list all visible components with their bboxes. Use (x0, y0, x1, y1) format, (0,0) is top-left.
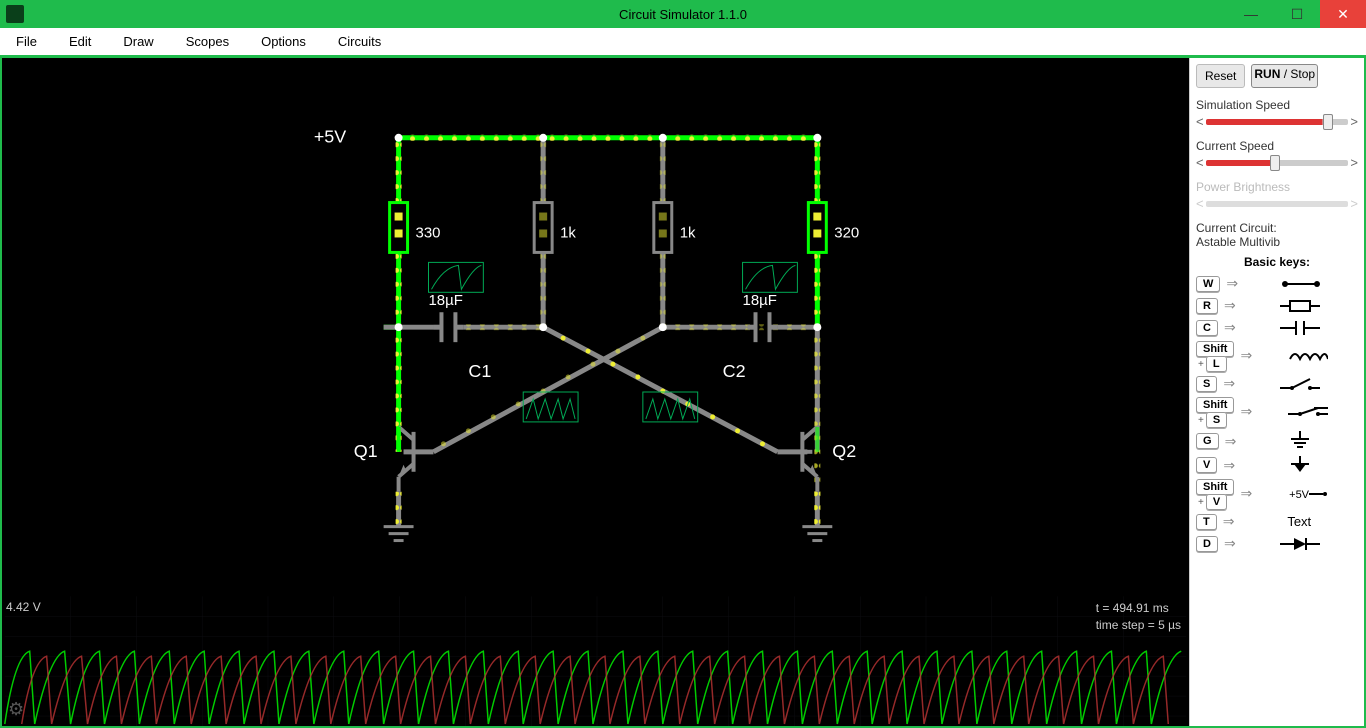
sidebar: Reset RUN / Stop Simulation Speed < > Cu… (1189, 58, 1364, 726)
window-title: Circuit Simulator 1.1.0 (619, 7, 747, 22)
scope-time-label: t = 494.91 ms time step = 5 µs (1096, 600, 1181, 634)
svg-text:1k: 1k (560, 224, 576, 241)
chevron-right-icon[interactable]: > (1350, 114, 1358, 129)
menu-scopes[interactable]: Scopes (184, 30, 231, 53)
menu-options[interactable]: Options (259, 30, 308, 53)
chevron-left-icon[interactable]: < (1196, 114, 1204, 129)
titlebar: Circuit Simulator 1.1.0 — ☐ ✕ (0, 0, 1366, 28)
reset-button[interactable]: Reset (1196, 64, 1245, 88)
menu-file[interactable]: File (14, 30, 39, 53)
component-symbol-ground (1242, 431, 1358, 451)
svg-text:Q2: Q2 (832, 441, 856, 461)
svg-text:1k: 1k (680, 224, 696, 241)
key-row-c: C⇒ (1196, 319, 1358, 336)
component-symbol-inductor (1258, 349, 1358, 363)
arrow-right-icon: ⇒ (1223, 513, 1235, 530)
key-row-r: R⇒ (1196, 297, 1358, 314)
menubar: File Edit Draw Scopes Options Circuits (0, 28, 1366, 56)
svg-text:330: 330 (416, 224, 441, 241)
component-symbol-text: Text (1240, 514, 1358, 529)
arrow-right-icon: ⇒ (1223, 457, 1235, 474)
menu-circuits[interactable]: Circuits (336, 30, 383, 53)
keys-list: W⇒R⇒C⇒Shift+L⇒S⇒Shift+S⇒G⇒V⇒Shift+V⇒+5VT… (1196, 275, 1358, 552)
component-symbol-resistor (1242, 299, 1358, 313)
menu-draw[interactable]: Draw (121, 30, 155, 53)
key-row-w: W⇒ (1196, 275, 1358, 292)
scope-area: 4.42 V t = 494.91 ms time step = 5 µs (2, 596, 1189, 726)
current-circuit-info: Current Circuit: Astable Multivib (1196, 221, 1358, 249)
arrow-right-icon: ⇒ (1226, 275, 1238, 292)
chevron-right-icon: > (1350, 196, 1358, 211)
simulation-speed-slider[interactable]: Simulation Speed < > (1196, 98, 1358, 129)
canvas-area[interactable]: 330 1k 1k 320 (2, 58, 1189, 726)
key-row-t: T⇒Text (1196, 513, 1358, 530)
basic-keys-title: Basic keys: (1196, 255, 1358, 269)
arrow-right-icon: ⇒ (1240, 347, 1252, 364)
scope-voltage-label: 4.42 V (6, 600, 41, 614)
workspace: 330 1k 1k 320 (0, 56, 1366, 728)
window-controls: — ☐ ✕ (1228, 0, 1366, 28)
menu-edit[interactable]: Edit (67, 30, 93, 53)
key-row-s: S⇒ (1196, 375, 1358, 392)
current-speed-slider[interactable]: Current Speed < > (1196, 139, 1358, 170)
key-row-shift-l: Shift+L⇒ (1196, 341, 1358, 370)
arrow-right-icon: ⇒ (1224, 319, 1236, 336)
key-row-d: D⇒ (1196, 535, 1358, 552)
arrow-right-icon: ⇒ (1224, 535, 1236, 552)
svg-text:18µF: 18µF (743, 292, 777, 309)
key-row-v: V⇒ (1196, 456, 1358, 474)
svg-text:18µF: 18µF (428, 292, 462, 309)
component-symbol-diode (1242, 536, 1358, 552)
svg-text:C1: C1 (468, 361, 491, 381)
close-button[interactable]: ✕ (1320, 0, 1366, 28)
component-symbol-ground-simple (1241, 456, 1358, 474)
svg-text:320: 320 (834, 224, 859, 241)
component-symbol-capacitor (1242, 320, 1358, 336)
arrow-right-icon: ⇒ (1223, 375, 1235, 392)
arrow-right-icon: ⇒ (1240, 403, 1252, 420)
gear-icon[interactable]: ⚙ (8, 699, 24, 720)
minimize-button[interactable]: — (1228, 0, 1274, 28)
maximize-button[interactable]: ☐ (1274, 0, 1320, 28)
key-row-shift-s: Shift+S⇒ (1196, 397, 1358, 426)
svg-text:C2: C2 (723, 361, 746, 381)
arrow-right-icon: ⇒ (1224, 297, 1236, 314)
voltage-source-label[interactable]: +5V (314, 127, 346, 147)
component-symbol-switch-closed (1258, 404, 1358, 420)
component-symbol-switch-open (1241, 376, 1358, 392)
key-row-g: G⇒ (1196, 431, 1358, 451)
chevron-left-icon[interactable]: < (1196, 155, 1204, 170)
arrow-right-icon: ⇒ (1225, 433, 1237, 450)
key-row-shift-v: Shift+V⇒+5V (1196, 479, 1358, 508)
component-symbol-wire (1244, 277, 1358, 291)
component-symbol-vsource: +5V (1258, 486, 1358, 501)
app-icon (6, 5, 24, 23)
arrow-right-icon: ⇒ (1240, 485, 1252, 502)
power-brightness-slider: Power Brightness < > (1196, 180, 1358, 211)
run-stop-button[interactable]: RUN / Stop (1251, 64, 1318, 88)
chevron-right-icon[interactable]: > (1350, 155, 1358, 170)
svg-text:Q1: Q1 (354, 441, 378, 461)
chevron-left-icon: < (1196, 196, 1204, 211)
